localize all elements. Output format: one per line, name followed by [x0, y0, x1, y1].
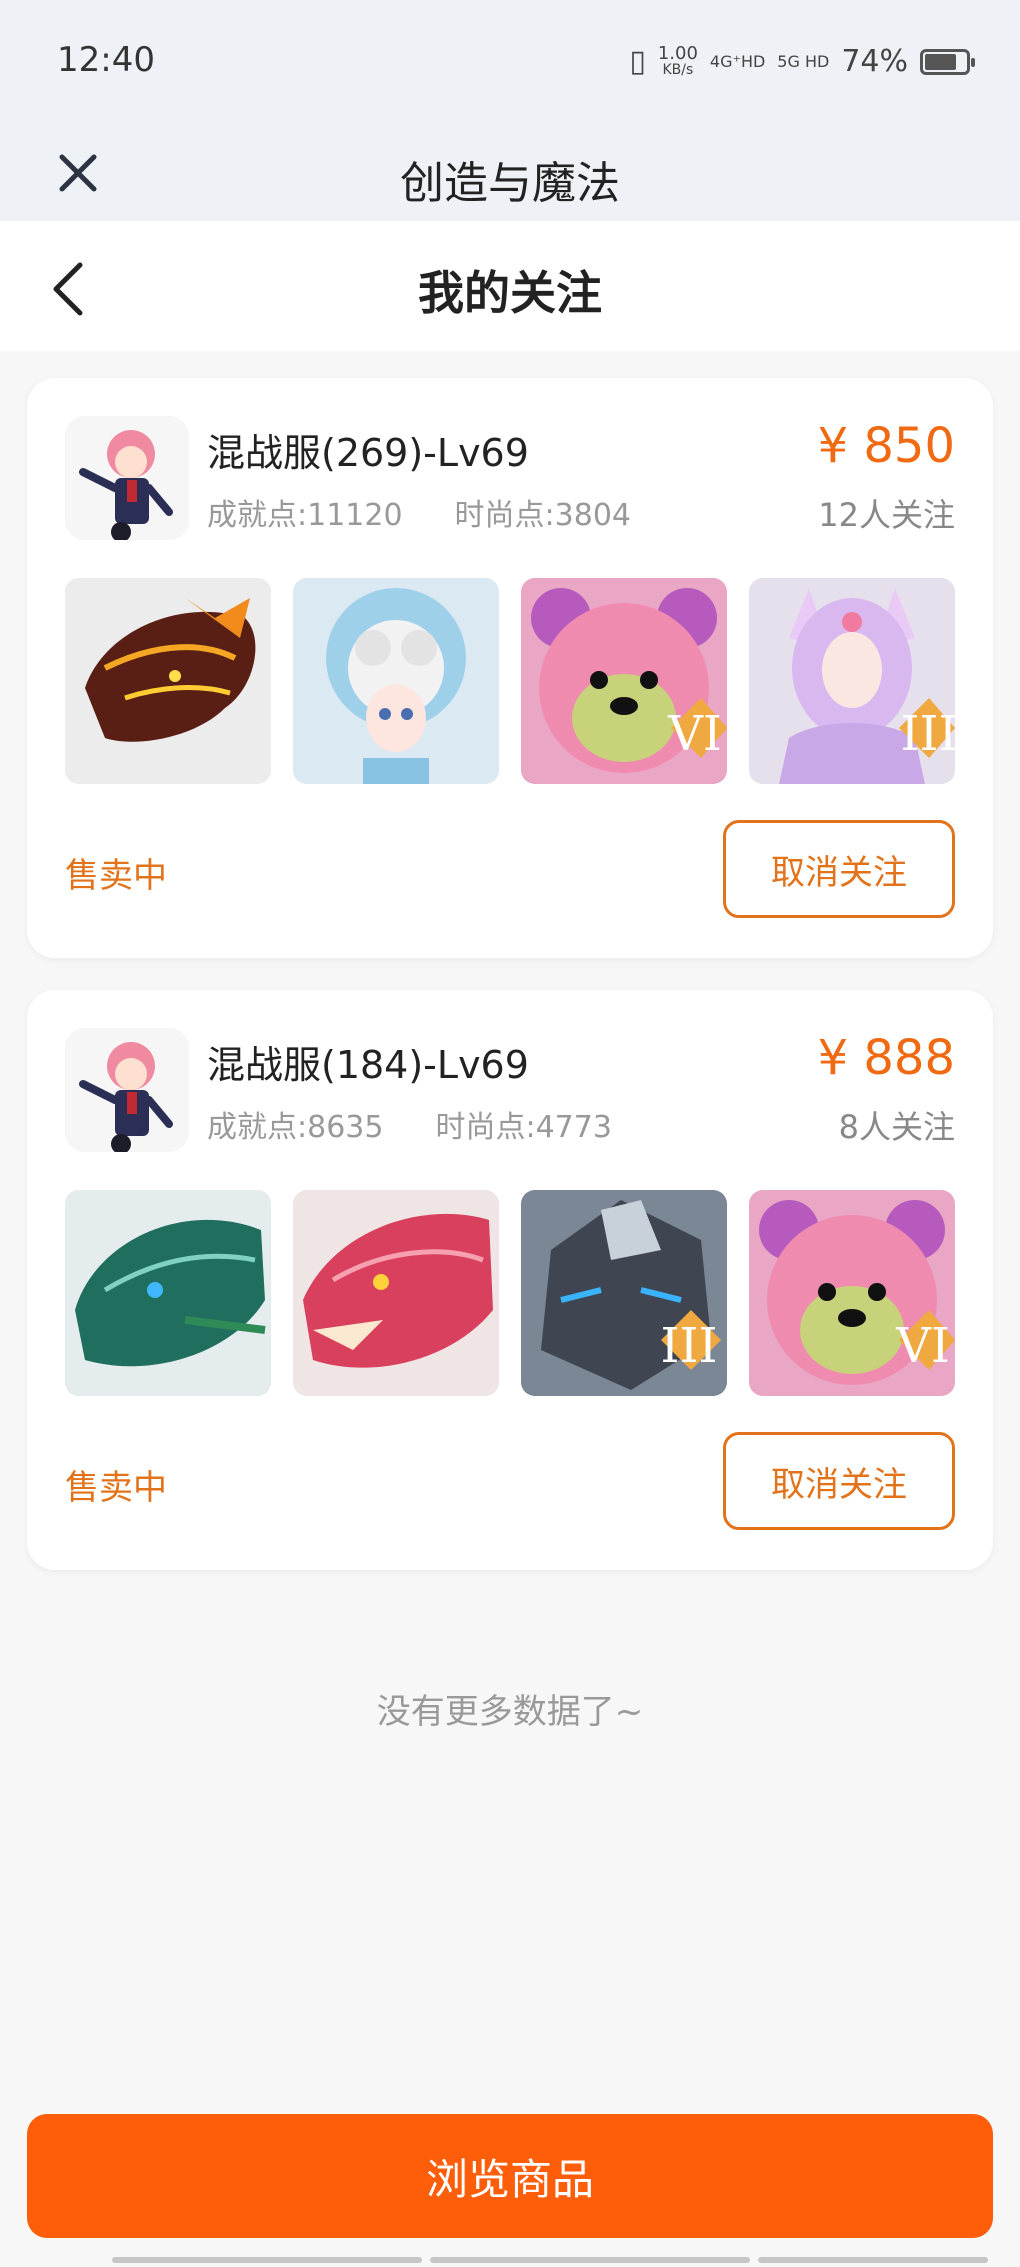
status-time: 12:40 — [57, 40, 155, 80]
unfollow-button[interactable]: 取消关注 — [723, 820, 955, 918]
listing-card[interactable]: 混战服(269)-Lv69 成就点:11120 时尚点:3804 ¥ 850 1… — [27, 378, 993, 958]
rank-badge: III — [661, 1318, 718, 1374]
fashion-points: 时尚点:4773 — [435, 1110, 612, 1145]
listing-title: 混战服(184)-Lv69 — [207, 1043, 529, 1087]
home-indicator[interactable] — [112, 2257, 988, 2263]
signal-4g: 4G⁺HD — [709, 52, 766, 71]
follower-count: 8人关注 — [838, 1108, 955, 1146]
item-thumbnails: III VI — [65, 1190, 955, 1396]
status-icons: ▯ 1.00 KB/s 4G⁺HD 5G HD 74% — [629, 42, 975, 79]
item-thumb-dragon-fire[interactable] — [65, 578, 271, 784]
price: ¥ 888 — [817, 1030, 955, 1086]
vibrate-icon: ▯ — [629, 44, 646, 79]
rank-badge: VI — [895, 1318, 950, 1374]
net-speed-unit: KB/s — [662, 61, 694, 78]
page-header: 我的关注 — [0, 221, 1020, 351]
price: ¥ 850 — [817, 418, 955, 474]
listing-card[interactable]: 混战服(184)-Lv69 成就点:8635 时尚点:4773 ¥ 888 8人… — [27, 990, 993, 1570]
signal-5g: 5G HD — [777, 52, 830, 71]
sale-status: 售卖中 — [65, 856, 167, 896]
battery-icon — [920, 48, 975, 75]
page-title: 我的关注 — [418, 266, 602, 320]
achievement-points: 成就点:11120 — [207, 498, 403, 533]
net-speed: 1.00 — [657, 42, 698, 64]
item-thumb-stone-golem[interactable]: III — [521, 1190, 727, 1396]
follower-count: 12人关注 — [818, 496, 955, 534]
browse-products-button[interactable]: 浏览商品 — [27, 2114, 993, 2238]
item-thumb-dragon-red[interactable] — [293, 1190, 499, 1396]
fashion-points: 时尚点:3804 — [454, 498, 632, 533]
achievement-points: 成就点:8635 — [207, 1110, 384, 1145]
rank-badge: VI — [667, 706, 722, 762]
item-thumbnails: VI III — [65, 578, 955, 784]
no-more-data: 没有更多数据了~ — [376, 1692, 644, 1732]
status-bar: 12:40 ▯ 1.00 KB/s 4G⁺HD 5G HD 74% — [0, 0, 1020, 125]
item-thumb-pink-bear[interactable]: VI — [749, 1190, 955, 1396]
app-header: 创造与魔法 — [0, 125, 1020, 221]
listing-title: 混战服(269)-Lv69 — [207, 431, 529, 475]
avatar — [65, 416, 189, 540]
item-thumb-pink-bear[interactable]: VI — [521, 578, 727, 784]
sale-status: 售卖中 — [65, 1468, 167, 1508]
item-thumb-dragon-green[interactable] — [65, 1190, 271, 1396]
battery-percent: 74% — [841, 44, 908, 79]
unfollow-button[interactable]: 取消关注 — [723, 1432, 955, 1530]
app-title: 创造与魔法 — [400, 158, 620, 209]
avatar — [65, 1028, 189, 1152]
rank-badge: III — [901, 706, 955, 762]
item-thumb-fox-spirit[interactable]: III — [749, 578, 955, 784]
item-thumb-cloud-sheep[interactable] — [293, 578, 499, 784]
